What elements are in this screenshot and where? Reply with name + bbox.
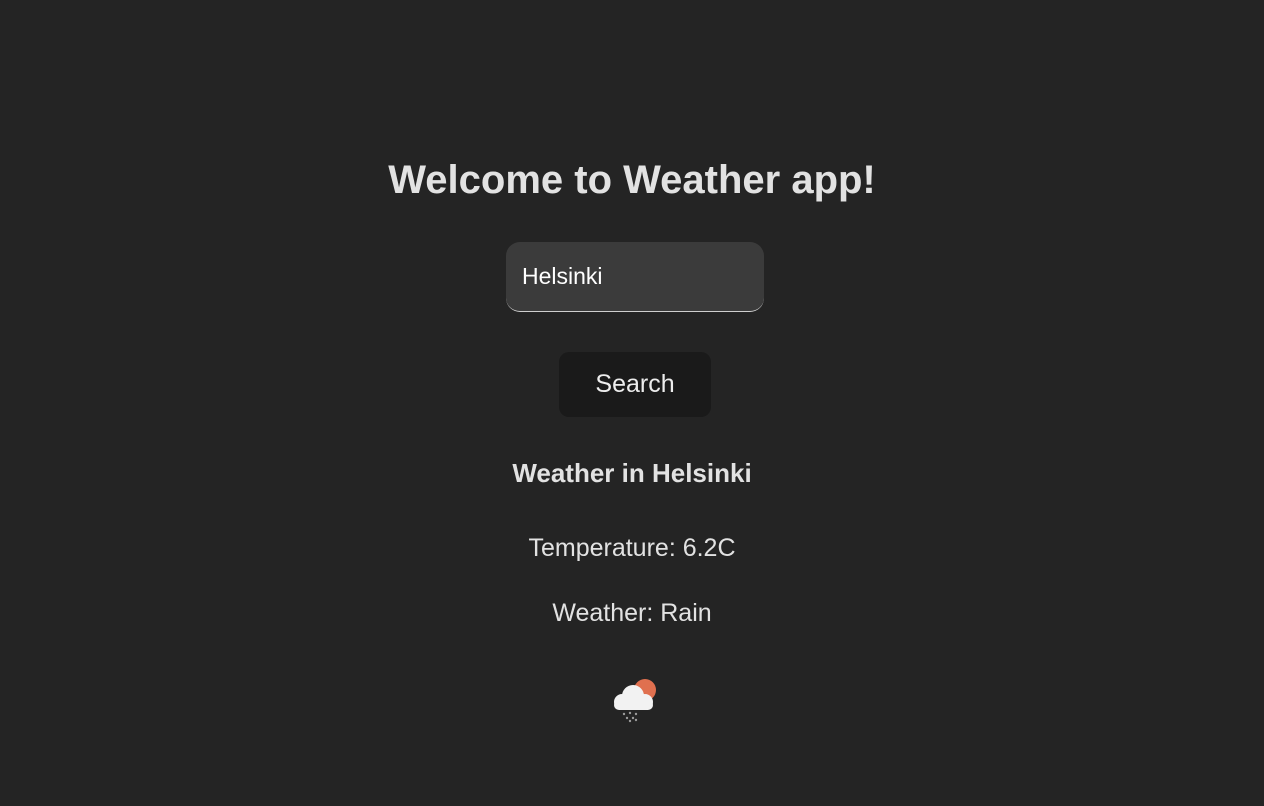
weather-app: Welcome to Weather app! Search Weather i…: [0, 0, 1264, 806]
cloud-sun-rain-icon: [614, 679, 656, 723]
city-search-input[interactable]: [506, 242, 764, 312]
weather-heading: Weather in Helsinki: [512, 458, 752, 488]
page-title: Welcome to Weather app!: [388, 158, 876, 202]
rain-drops: [622, 711, 638, 723]
temperature-text: Temperature: 6.2C: [528, 534, 736, 562]
search-button[interactable]: Search: [559, 352, 711, 417]
weather-condition-text: Weather: Rain: [552, 599, 712, 627]
